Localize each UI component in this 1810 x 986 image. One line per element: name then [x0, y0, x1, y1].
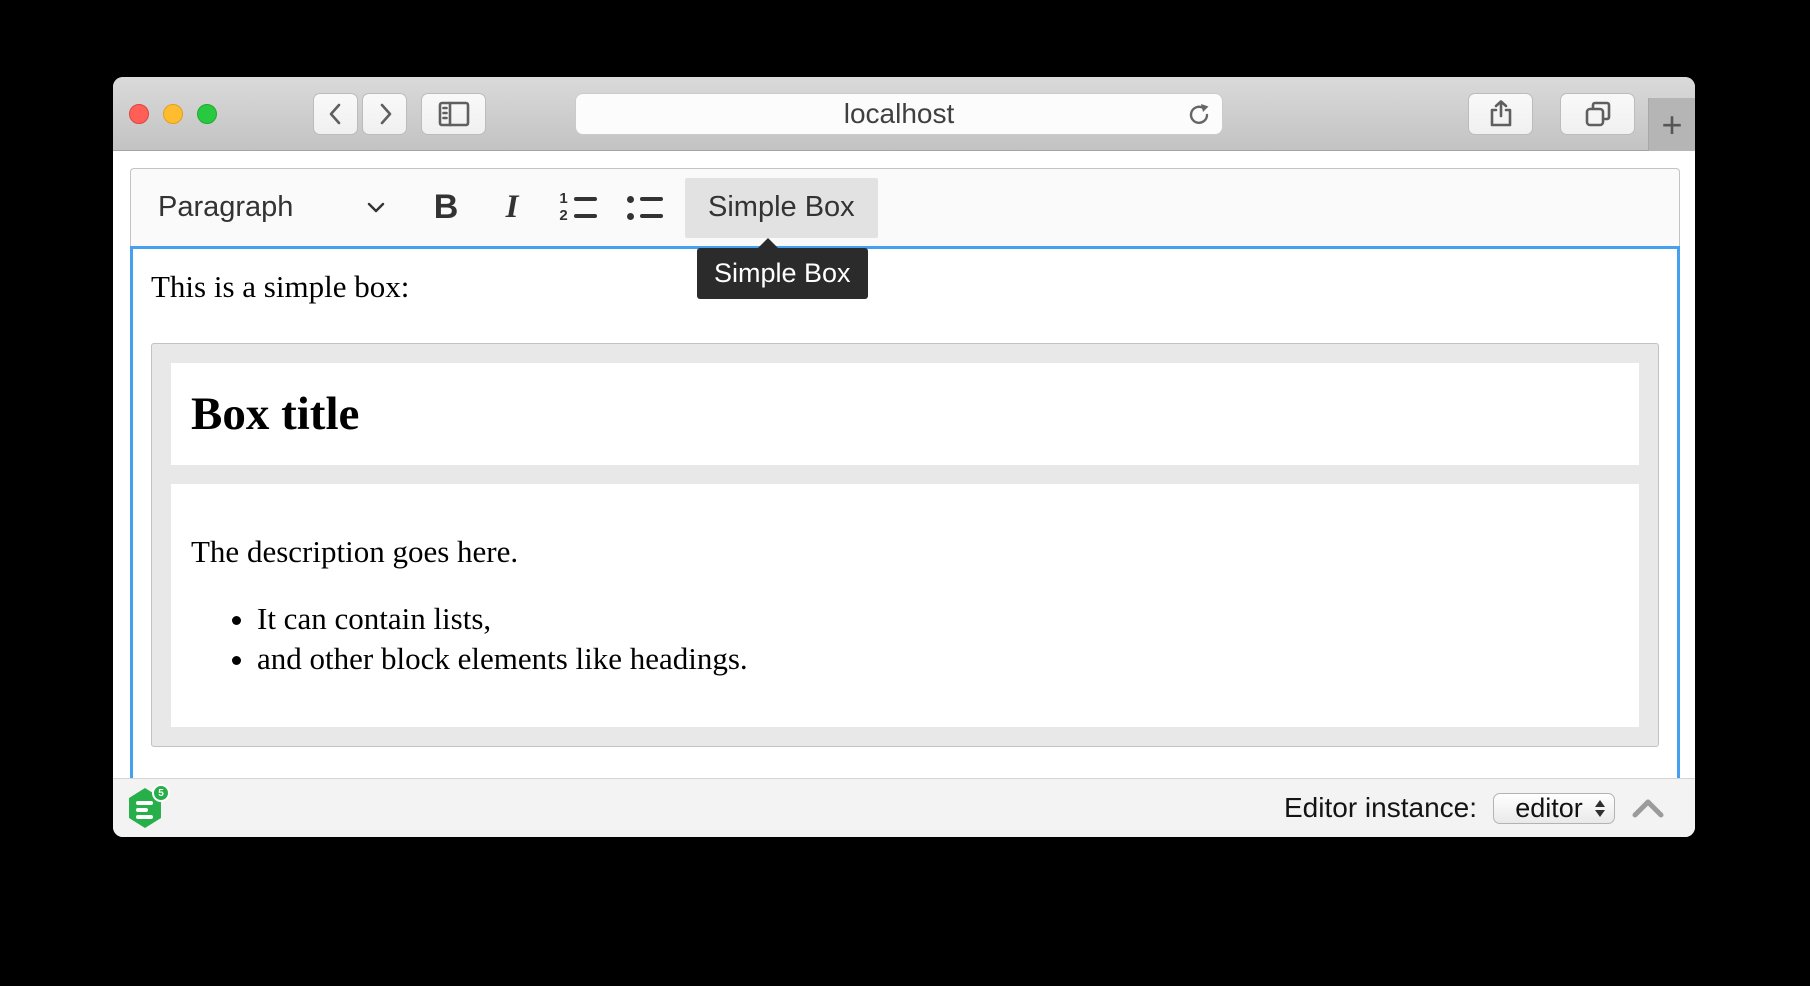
share-icon	[1487, 99, 1515, 129]
numbered-list-button[interactable]: 1 2	[557, 180, 599, 236]
paragraph-dropdown[interactable]: Paragraph	[148, 178, 401, 238]
address-bar[interactable]: localhost	[575, 93, 1223, 135]
tooltip-text: Simple Box	[714, 258, 851, 289]
list-item[interactable]: It can contain lists,	[257, 599, 1619, 639]
simple-box-tooltip: Simple Box	[697, 248, 868, 299]
bulleted-list-button[interactable]	[623, 180, 665, 236]
expand-inspector-button[interactable]	[1631, 796, 1665, 820]
chevron-down-icon	[365, 201, 387, 215]
simple-box-button[interactable]: Simple Box	[685, 178, 878, 238]
intro-paragraph[interactable]: This is a simple box:	[151, 267, 1659, 306]
sidebar-toggle-button[interactable]	[421, 93, 486, 135]
ckeditor-logo: 5	[128, 786, 172, 830]
numbered-list-icon: 1 2	[559, 195, 597, 220]
paragraph-dropdown-label: Paragraph	[158, 191, 293, 224]
italic-icon: I	[506, 189, 519, 226]
list-item[interactable]: and other block elements like headings.	[257, 639, 1619, 679]
desktop-background: localhost +	[0, 0, 1810, 986]
editor-editable-area[interactable]: This is a simple box: Box title The desc…	[130, 246, 1680, 778]
bulleted-list-icon	[626, 195, 663, 220]
chevron-right-icon	[373, 100, 397, 128]
inspector-bar: 5 Editor instance: editor	[113, 778, 1695, 837]
select-arrows-icon	[1595, 800, 1605, 817]
simple-box-widget[interactable]: Box title The description goes here. It …	[151, 343, 1659, 747]
minimize-button[interactable]	[163, 104, 183, 124]
bold-button[interactable]: B	[425, 180, 467, 236]
close-button[interactable]	[129, 104, 149, 124]
history-nav	[313, 93, 407, 135]
share-button[interactable]	[1468, 93, 1533, 135]
browser-window: localhost +	[113, 77, 1695, 837]
reload-icon[interactable]	[1188, 103, 1212, 127]
simple-box-description[interactable]: The description goes here. It can contai…	[171, 484, 1639, 727]
italic-button[interactable]: I	[491, 180, 533, 236]
editor-toolbar: Paragraph B I 1 2	[130, 168, 1680, 246]
version-badge: 5	[152, 784, 170, 802]
chevron-left-icon	[324, 100, 348, 128]
new-tab-button[interactable]: +	[1648, 98, 1695, 151]
forward-button[interactable]	[362, 93, 407, 135]
url-text: localhost	[844, 98, 955, 130]
description-paragraph[interactable]: The description goes here.	[191, 532, 1619, 571]
sidebar-icon	[437, 100, 471, 128]
zoom-button[interactable]	[197, 104, 217, 124]
selected-instance: editor	[1515, 793, 1593, 824]
window-controls	[129, 104, 217, 124]
tab-overview-button[interactable]	[1560, 93, 1635, 135]
browser-toolbar: localhost +	[113, 77, 1695, 151]
tabs-icon	[1583, 99, 1613, 129]
editor-instance-label: Editor instance:	[1284, 792, 1477, 824]
page-content: Paragraph B I 1 2	[113, 151, 1695, 778]
bold-icon: B	[434, 188, 459, 227]
simple-box-title[interactable]: Box title	[171, 363, 1639, 465]
back-button[interactable]	[313, 93, 358, 135]
chevron-up-icon	[1635, 802, 1661, 815]
tooltip-arrow	[757, 238, 779, 249]
description-list: It can contain lists, and other block el…	[191, 599, 1619, 679]
plus-icon: +	[1661, 107, 1682, 143]
inspector-controls: Editor instance: editor	[1284, 792, 1665, 824]
editor-instance-select[interactable]: editor	[1493, 793, 1615, 824]
